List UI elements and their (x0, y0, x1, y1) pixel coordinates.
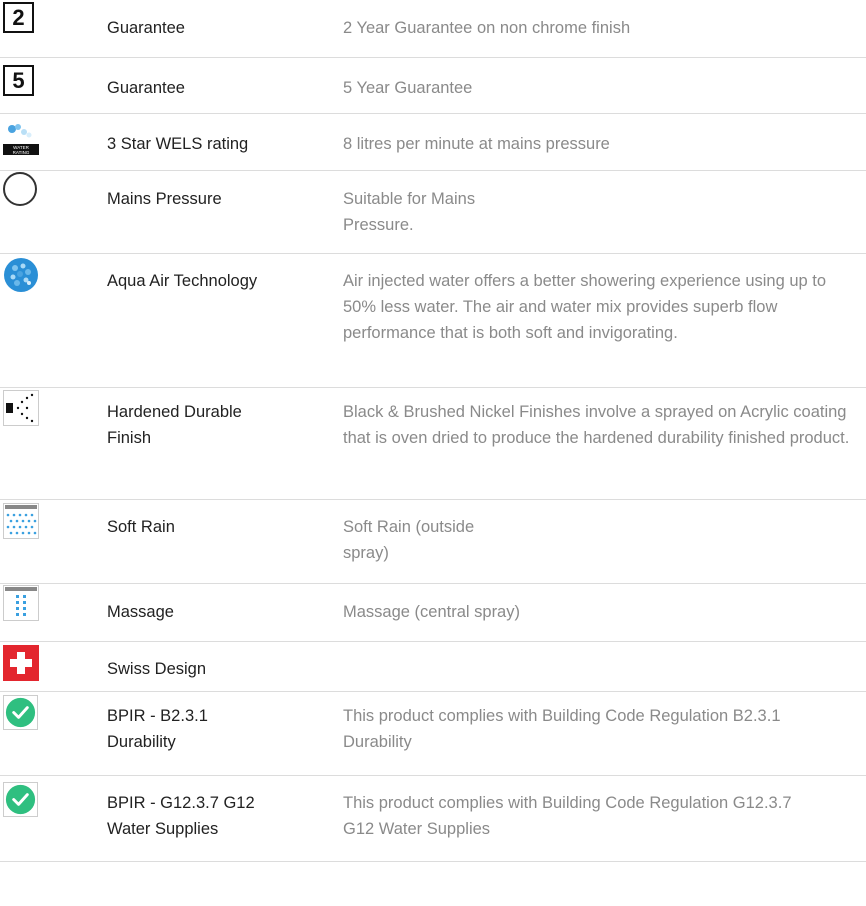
massage-spray-icon (3, 585, 39, 621)
check-circle-icon (3, 695, 39, 731)
feature-description: 8 litres per minute at mains pressure (343, 135, 610, 153)
number-2-icon: 2 (3, 2, 34, 33)
feature-description: 2 Year Guarantee on non chrome finish (343, 19, 631, 37)
feature-description: This product complies with Building Code… (343, 794, 792, 838)
feature-description: Black & Brushed Nickel Finishes involve … (343, 403, 850, 447)
icon-number: 2 (12, 4, 25, 30)
feature-row: Massage Massage (central spray) (0, 584, 866, 642)
feature-description: Suitable for Mains Pressure. (343, 190, 476, 234)
feature-row: Soft Rain Soft Rain (outside spray) (0, 500, 866, 584)
feature-row: BPIR - B2.3.1 Durability This product co… (0, 692, 866, 776)
check-circle-icon (3, 782, 39, 818)
water-rating-icon: WATER RATING (3, 119, 39, 155)
feature-row: Hardened Durable Finish Black & Brushed … (0, 388, 866, 500)
feature-row: WATER RATING 3 Star WELS rating 8 litres… (0, 114, 866, 171)
feature-description: Air injected water offers a better showe… (343, 272, 827, 342)
feature-row: Mains Pressure Suitable for Mains Pressu… (0, 171, 866, 254)
feature-title: Guarantee (107, 19, 185, 37)
soft-rain-icon (3, 503, 39, 539)
number-5-icon: 5 (3, 65, 34, 96)
feature-title: BPIR - B2.3.1 Durability (107, 707, 208, 751)
feature-row: 2 Guarantee 2 Year Guarantee on non chro… (0, 0, 866, 58)
circle-outline-icon (3, 172, 39, 208)
feature-title: Swiss Design (107, 660, 207, 678)
feature-row: BPIR - G12.3.7 G12 Water Supplies This p… (0, 776, 866, 862)
feature-row: 5 Guarantee 5 Year Guarantee (0, 58, 866, 114)
feature-description: Massage (central spray) (343, 603, 520, 621)
feature-title: BPIR - G12.3.7 G12 Water Supplies (107, 794, 255, 838)
water-rating-label: RATING (13, 150, 30, 155)
feature-title: 3 Star WELS rating (107, 135, 249, 153)
water-bubble-icon (3, 257, 39, 293)
product-features-table: 2 Guarantee 2 Year Guarantee on non chro… (0, 0, 866, 862)
feature-description: This product complies with Building Code… (343, 707, 781, 751)
spray-dots-icon (3, 390, 39, 426)
feature-title: Hardened Durable Finish (107, 403, 242, 447)
icon-number: 5 (12, 67, 25, 93)
feature-title: Massage (107, 603, 174, 621)
swiss-cross-icon (3, 645, 39, 681)
feature-title: Guarantee (107, 79, 185, 97)
feature-title: Soft Rain (107, 518, 175, 536)
feature-title: Mains Pressure (107, 190, 222, 208)
feature-description: 5 Year Guarantee (343, 79, 473, 97)
feature-row: Swiss Design (0, 642, 866, 692)
feature-description: Soft Rain (outside spray) (343, 518, 475, 562)
feature-title: Aqua Air Technology (107, 272, 258, 290)
circle-shape (3, 172, 37, 206)
feature-row: Aqua Air Technology Air injected water o… (0, 254, 866, 388)
